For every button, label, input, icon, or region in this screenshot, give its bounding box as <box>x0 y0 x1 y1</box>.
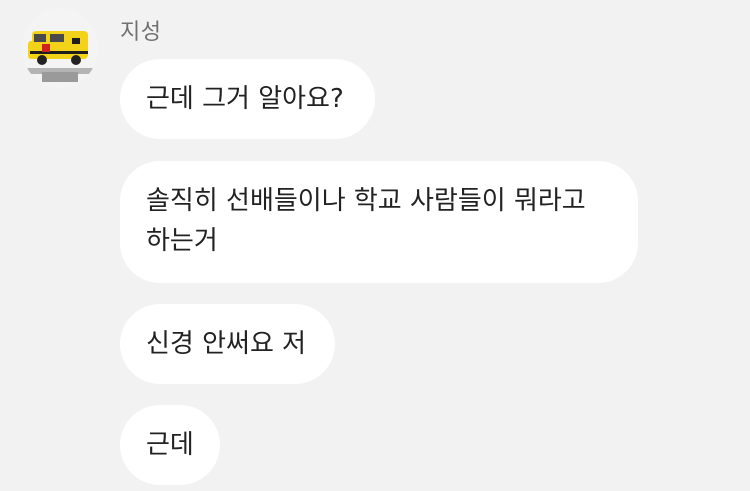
message-bubble[interactable]: 근데 <box>120 405 220 485</box>
message-bubble[interactable]: 근데 그거 알아요? <box>120 59 375 139</box>
message-text: 근데 그거 알아요? <box>146 84 344 114</box>
message-text: 근데 <box>146 430 194 460</box>
ambulance-toy-icon <box>22 8 98 88</box>
message-text: 솔직히 선배들이나 학교 사람들이 뭐라고 하는거 <box>146 186 586 256</box>
sender-avatar[interactable] <box>22 8 98 88</box>
message-text: 신경 안써요 저 <box>146 329 307 359</box>
message-bubble[interactable]: 신경 안써요 저 <box>120 304 335 384</box>
sender-name: 지성 <box>120 20 162 45</box>
message-bubble[interactable]: 솔직히 선배들이나 학교 사람들이 뭐라고 하는거 <box>120 161 638 283</box>
